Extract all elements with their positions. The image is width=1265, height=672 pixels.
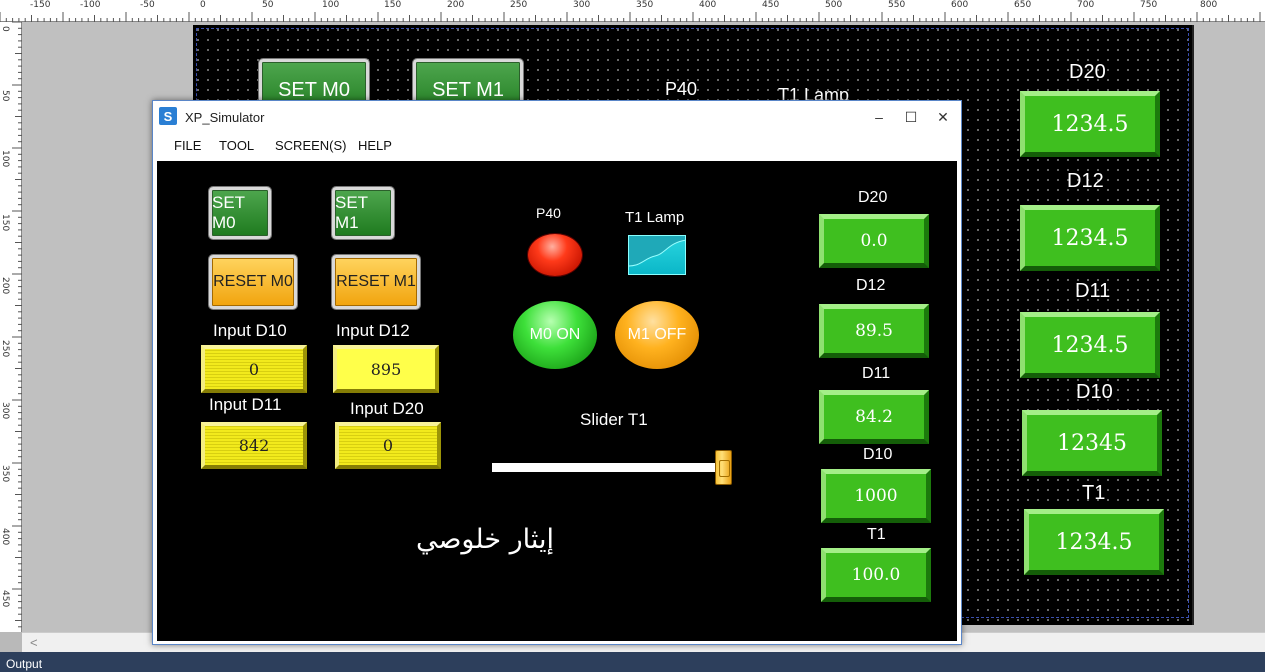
bg-display-label: T1 xyxy=(1082,482,1106,504)
hmi-screen: SET M0 SET M1 RESET M0 RESET M1 Input D1… xyxy=(157,161,957,641)
display-label: T1 xyxy=(867,526,886,543)
slider-t1-track[interactable] xyxy=(492,463,732,472)
reset-m0-button[interactable]: RESET M0 xyxy=(209,255,297,309)
input-d12-label: Input D12 xyxy=(336,321,410,340)
input-d11-field[interactable]: 842 xyxy=(201,422,307,469)
ruler-label: 450 xyxy=(762,0,780,10)
minimize-icon[interactable]: – xyxy=(869,107,889,127)
ruler-label: 50 xyxy=(0,90,10,102)
ruler-label: -100 xyxy=(80,0,101,10)
input-d10-label: Input D10 xyxy=(213,321,287,340)
bg-display-label: D10 xyxy=(1076,381,1113,403)
ruler-label: 150 xyxy=(384,0,402,10)
horizontal-ruler: -150 -100 -50 0 50 100 150 200 250 300 3… xyxy=(0,0,1265,22)
bg-display-d10[interactable]: 12345 xyxy=(1022,410,1162,476)
output-panel-title[interactable]: Output xyxy=(6,657,42,671)
display-d10[interactable]: 1000 xyxy=(821,469,931,523)
p40-lamp xyxy=(528,234,582,276)
bg-display-label: D20 xyxy=(1069,61,1106,83)
p40-label: P40 xyxy=(536,205,561,221)
ruler-label: 700 xyxy=(1077,0,1095,10)
ruler-label: 0 xyxy=(200,0,206,10)
bg-display-d20[interactable]: 1234.5 xyxy=(1020,91,1160,157)
ruler-label: 100 xyxy=(322,0,340,10)
display-label: D20 xyxy=(858,189,888,206)
maximize-icon[interactable]: ☐ xyxy=(901,107,921,127)
t1-lamp-label: T1 Lamp xyxy=(625,209,685,226)
bg-display-d11[interactable]: 1234.5 xyxy=(1020,312,1160,378)
display-d11[interactable]: 84.2 xyxy=(819,390,929,444)
ruler-label: -150 xyxy=(30,0,51,10)
bg-display-t1[interactable]: 1234.5 xyxy=(1024,509,1164,575)
ruler-label: 750 xyxy=(1140,0,1158,10)
ruler-label: 0 xyxy=(0,26,10,32)
input-d20-label: Input D20 xyxy=(350,399,424,418)
ruler-label: 400 xyxy=(699,0,717,10)
display-d20[interactable]: 0.0 xyxy=(819,214,929,268)
set-m1-button[interactable]: SET M1 xyxy=(332,187,394,239)
ruler-label: 600 xyxy=(951,0,969,10)
reset-m1-button[interactable]: RESET M1 xyxy=(332,255,420,309)
bg-display-label: D11 xyxy=(1075,280,1111,302)
display-t1[interactable]: 100.0 xyxy=(821,548,931,602)
t1-lamp-wave xyxy=(629,236,685,267)
input-d12-field[interactable]: 895 xyxy=(333,345,439,393)
arabic-caption: إيثار خلوصي xyxy=(416,524,555,555)
ruler-label: 550 xyxy=(888,0,906,10)
set-m0-button[interactable]: SET M0 xyxy=(209,187,271,239)
display-d12[interactable]: 89.5 xyxy=(819,304,929,358)
ruler-label: 800 xyxy=(1200,0,1218,10)
window-title: XP_Simulator xyxy=(185,110,265,125)
ruler-label: 50 xyxy=(262,0,274,10)
bg-p40-label: P40 xyxy=(665,79,698,99)
input-d10-field[interactable]: 0 xyxy=(201,345,307,393)
ruler-label: 350 xyxy=(636,0,654,10)
scroll-left-icon[interactable]: < xyxy=(30,635,38,650)
t1-lamp xyxy=(628,235,686,275)
display-label: D10 xyxy=(863,446,893,463)
ruler-label: 650 xyxy=(1014,0,1032,10)
bg-display-label: D12 xyxy=(1067,170,1104,192)
ruler-label: 350 xyxy=(0,465,10,483)
title-bar[interactable]: S XP_Simulator – ☐ ✕ xyxy=(153,101,961,133)
slider-t1-thumb[interactable] xyxy=(715,450,732,485)
menu-file[interactable]: FILE xyxy=(174,138,201,153)
menu-tool[interactable]: TOOL xyxy=(219,138,254,153)
ruler-label: 150 xyxy=(0,214,10,232)
ruler-label: 300 xyxy=(0,402,10,420)
ruler-label: -50 xyxy=(140,0,155,10)
slider-t1-label: Slider T1 xyxy=(580,410,648,429)
display-label: D12 xyxy=(856,277,886,294)
bg-display-d12[interactable]: 1234.5 xyxy=(1020,205,1160,271)
ruler-label: 500 xyxy=(825,0,843,10)
ruler-label: 400 xyxy=(0,528,10,546)
menu-bar: FILE TOOL SCREEN(S) HELP xyxy=(153,133,961,157)
ruler-label: 100 xyxy=(0,150,10,168)
ruler-label: 450 xyxy=(0,590,10,608)
m0-on-lamp: M0 ON xyxy=(513,301,597,369)
menu-screens[interactable]: SCREEN(S) xyxy=(275,138,347,153)
vertical-ruler: 0 50 100 150 200 250 300 350 400 450 xyxy=(0,22,22,632)
ruler-label: 250 xyxy=(510,0,528,10)
input-d20-field[interactable]: 0 xyxy=(335,422,441,469)
input-d11-label: Input D11 xyxy=(209,395,282,414)
app-icon: S xyxy=(159,107,177,125)
display-label: D11 xyxy=(862,365,891,382)
output-panel: Output xyxy=(0,652,1265,672)
ruler-label: 250 xyxy=(0,340,10,358)
ruler-ticks xyxy=(0,12,1261,22)
m1-off-lamp: M1 OFF xyxy=(615,301,699,369)
ruler-label: 200 xyxy=(0,277,10,295)
menu-help[interactable]: HELP xyxy=(358,138,392,153)
simulator-window: S XP_Simulator – ☐ ✕ FILE TOOL SCREEN(S)… xyxy=(152,100,962,645)
close-icon[interactable]: ✕ xyxy=(933,107,953,127)
ruler-label: 200 xyxy=(447,0,465,10)
ruler-label: 300 xyxy=(573,0,591,10)
